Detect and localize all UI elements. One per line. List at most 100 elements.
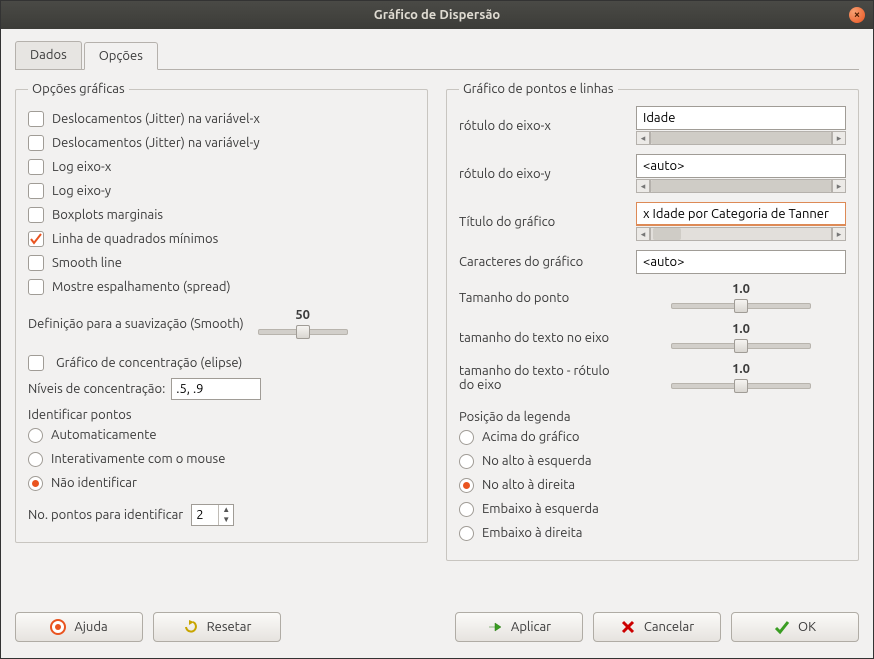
heading-legendpos: Posição da legenda — [459, 410, 846, 424]
apply-icon — [487, 619, 503, 635]
spin-down-icon[interactable]: ▼ — [219, 515, 233, 525]
label-smooth-line: Smooth line — [52, 256, 122, 270]
close-icon[interactable]: × — [849, 7, 865, 23]
radio-legend-above[interactable] — [459, 430, 474, 445]
tab-bar: Dados Opções — [15, 41, 859, 70]
reset-button[interactable]: Resetar — [153, 612, 281, 642]
spinner-npoints[interactable]: ▲▼ — [191, 504, 234, 526]
radio-legend-topright[interactable] — [459, 478, 474, 493]
scrollbar-ylabel[interactable]: ◂▸ — [636, 178, 846, 194]
label-legend-topleft: No alto à esquerda — [482, 454, 592, 468]
legend-points-lines: Gráfico de pontos e linhas — [459, 82, 618, 96]
checkbox-conc-ellipse[interactable] — [28, 355, 44, 371]
apply-button-label: Aplicar — [511, 620, 551, 634]
label-identify-auto: Automaticamente — [51, 428, 157, 442]
scroll-right-icon[interactable]: ▸ — [832, 227, 846, 241]
tab-opcoes[interactable]: Opções — [84, 42, 158, 70]
radio-legend-bottomleft[interactable] — [459, 502, 474, 517]
spin-up-icon[interactable]: ▲ — [219, 505, 233, 515]
checkbox-jitter-y[interactable] — [28, 135, 44, 151]
label-conc-ellipse: Gráfico de concentração (elipse) — [56, 356, 242, 370]
fieldset-points-lines: Gráfico de pontos e linhas rótulo do eix… — [446, 82, 859, 561]
label-xlabel: rótulo do eixo-x — [459, 119, 622, 133]
label-log-y: Log eixo-y — [52, 184, 111, 198]
ok-button[interactable]: OK — [731, 612, 859, 642]
slider-ptsize[interactable] — [671, 298, 811, 314]
scroll-left-icon[interactable]: ◂ — [636, 179, 650, 193]
slider-labtxt[interactable] — [671, 378, 811, 394]
help-icon — [50, 619, 66, 635]
radio-legend-topleft[interactable] — [459, 454, 474, 469]
reset-button-label: Resetar — [207, 620, 252, 634]
value-labtxt: 1.0 — [636, 362, 846, 376]
radio-identify-interactive[interactable] — [28, 452, 43, 467]
label-identify-none: Não identificar — [51, 476, 137, 490]
label-show-spread: Mostre espalhamento (spread) — [52, 280, 231, 294]
radio-legend-bottomright[interactable] — [459, 526, 474, 541]
label-legend-bottomright: Embaixo à direita — [482, 526, 582, 540]
input-title[interactable] — [636, 202, 846, 226]
label-chars: Caracteres do gráfico — [459, 255, 622, 269]
scrollbar-xlabel[interactable]: ◂▸ — [636, 130, 846, 146]
input-npoints[interactable] — [192, 505, 218, 525]
window-title: Gráfico de Dispersão — [374, 8, 501, 22]
tab-dados[interactable]: Dados — [15, 41, 82, 69]
tab-opcoes-label: Opções — [99, 49, 143, 63]
checkbox-boxplots-marginais[interactable] — [28, 207, 44, 223]
titlebar: Gráfico de Dispersão × — [1, 1, 873, 29]
checkbox-lsline[interactable] — [28, 231, 44, 247]
apply-button[interactable]: Aplicar — [455, 612, 583, 642]
ok-icon — [774, 619, 790, 635]
undo-icon — [183, 619, 199, 635]
label-title: Título do gráfico — [459, 215, 622, 229]
slider-axistxt[interactable] — [671, 338, 811, 354]
label-lsline: Linha de quadrados mínimos — [52, 232, 218, 246]
checkbox-show-spread[interactable] — [28, 279, 44, 295]
scrollbar-title[interactable]: ◂▸ — [636, 226, 846, 242]
checkbox-log-x[interactable] — [28, 159, 44, 175]
label-legend-above: Acima do gráfico — [482, 430, 580, 444]
value-axistxt: 1.0 — [636, 322, 846, 336]
tab-dados-label: Dados — [30, 48, 67, 62]
label-log-x: Log eixo-x — [52, 160, 111, 174]
label-legend-bottomleft: Embaixo à esquerda — [482, 502, 599, 516]
scroll-right-icon[interactable]: ▸ — [832, 179, 846, 193]
label-labtxt: tamanho do texto - rótulo do eixo — [459, 364, 622, 392]
label-smooth-def: Definição para a suavização (Smooth) — [28, 317, 244, 331]
label-boxplots-marginais: Boxplots marginais — [52, 208, 163, 222]
scroll-left-icon[interactable]: ◂ — [636, 227, 650, 241]
checkbox-jitter-x[interactable] — [28, 111, 44, 127]
radio-identify-none[interactable] — [28, 476, 43, 491]
smooth-def-value: 50 — [258, 308, 348, 322]
input-ylabel[interactable] — [636, 154, 846, 178]
legend-graphic-options: Opções gráficas — [28, 82, 129, 96]
heading-identify: Identificar pontos — [28, 408, 415, 422]
scroll-right-icon[interactable]: ▸ — [832, 131, 846, 145]
cancel-icon — [620, 619, 636, 635]
help-button[interactable]: Ajuda — [15, 612, 143, 642]
footer: Ajuda Resetar Aplicar Cancelar OK — [1, 600, 873, 658]
cancel-button-label: Cancelar — [644, 620, 694, 634]
input-xlabel[interactable] — [636, 106, 846, 130]
help-button-label: Ajuda — [74, 620, 107, 634]
slider-smooth-def[interactable] — [258, 324, 348, 340]
input-conc-levels[interactable] — [171, 378, 261, 400]
input-chars[interactable] — [636, 250, 846, 274]
label-jitter-x: Deslocamentos (Jitter) na variável-x — [52, 112, 260, 126]
ok-button-label: OK — [798, 620, 816, 634]
scroll-left-icon[interactable]: ◂ — [636, 131, 650, 145]
label-legend-topright: No alto à direita — [482, 478, 575, 492]
checkbox-smooth-line[interactable] — [28, 255, 44, 271]
value-ptsize: 1.0 — [636, 282, 846, 296]
fieldset-graphic-options: Opções gráficas Deslocamentos (Jitter) n… — [15, 82, 428, 543]
label-axistxt: tamanho do texto no eixo — [459, 331, 622, 345]
label-ptsize: Tamanho do ponto — [459, 291, 622, 305]
label-jitter-y: Deslocamentos (Jitter) na variável-y — [52, 136, 260, 150]
label-npoints: No. pontos para identificar — [28, 508, 183, 522]
label-ylabel: rótulo do eixo-y — [459, 167, 622, 181]
checkbox-log-y[interactable] — [28, 183, 44, 199]
label-conc-levels: Níveis de concentração: — [28, 382, 165, 396]
radio-identify-auto[interactable] — [28, 428, 43, 443]
label-identify-interactive: Interativamente com o mouse — [51, 452, 225, 466]
cancel-button[interactable]: Cancelar — [593, 612, 721, 642]
